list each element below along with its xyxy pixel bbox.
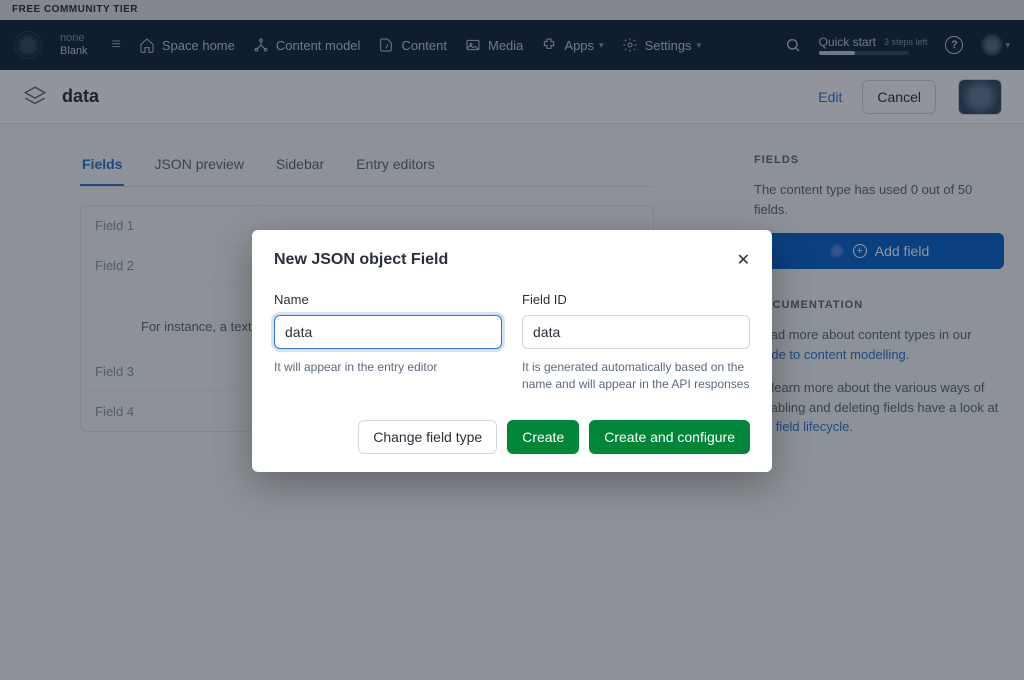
- create-configure-button[interactable]: Create and configure: [589, 420, 750, 454]
- name-input[interactable]: [274, 315, 502, 349]
- field-id-label: Field ID: [522, 292, 750, 307]
- modal-title: New JSON object Field: [274, 251, 737, 269]
- field-id-input[interactable]: [522, 315, 750, 349]
- new-field-modal: New JSON object Field ✕ Name It will app…: [252, 230, 772, 472]
- name-label: Name: [274, 292, 502, 307]
- field-id-hint: It is generated automatically based on t…: [522, 359, 750, 394]
- close-icon[interactable]: ✕: [737, 250, 750, 270]
- modal-overlay[interactable]: New JSON object Field ✕ Name It will app…: [0, 0, 1024, 680]
- change-field-type-button[interactable]: Change field type: [358, 420, 497, 454]
- name-hint: It will appear in the entry editor: [274, 359, 502, 376]
- create-button[interactable]: Create: [507, 420, 579, 454]
